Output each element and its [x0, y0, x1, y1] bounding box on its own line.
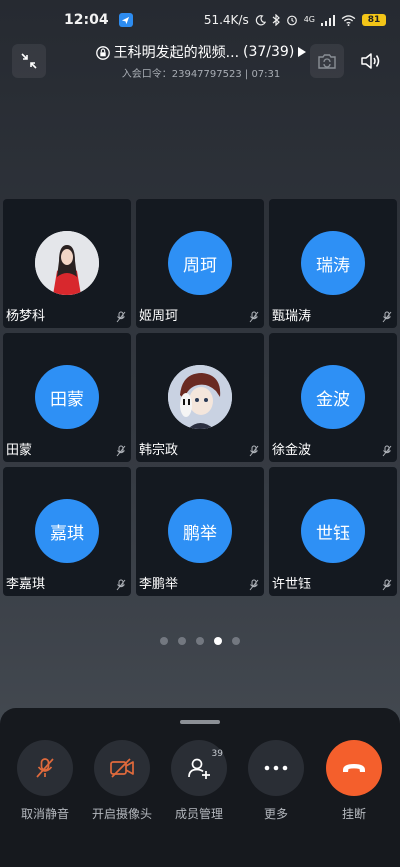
meeting-header: 王科明发起的视频... (37/39) 入会口令：23947797523 | 0…	[0, 42, 400, 82]
participant-tile[interactable]: 杨梦科	[3, 199, 131, 328]
control-panel: 取消静音 开启摄像头 39 成员管理 更多 挂断	[0, 708, 400, 867]
participant-name: 许世钰	[272, 577, 312, 592]
status-right: 51.4K/s 4G 81	[204, 13, 386, 27]
members-count-badge: 39	[211, 749, 223, 759]
more-button[interactable]: 更多	[238, 740, 314, 822]
page-dot[interactable]	[196, 637, 204, 645]
hangup-button[interactable]: 挂断	[316, 740, 392, 822]
signal-icon	[321, 14, 335, 26]
members-button-circle[interactable]: 39	[171, 740, 227, 796]
participant-name: 李嘉琪	[6, 577, 46, 592]
bluetooth-icon	[272, 14, 280, 26]
participant-name: 韩宗政	[139, 443, 179, 458]
participant-tile[interactable]: 田蒙 田蒙	[3, 333, 131, 462]
avatar: 鹏举	[168, 499, 232, 563]
hangup-button-circle[interactable]	[326, 740, 382, 796]
participant-name: 徐金波	[272, 443, 312, 458]
meeting-title: 王科明发起的视频...	[113, 45, 240, 61]
wifi-icon	[341, 14, 356, 26]
members-button[interactable]: 39 成员管理	[161, 740, 237, 822]
avatar: 世钰	[301, 499, 365, 563]
alarm-icon	[286, 15, 297, 26]
hangup-phone-icon	[343, 764, 365, 772]
unmute-label: 取消静音	[20, 807, 69, 821]
lock-icon	[95, 45, 110, 60]
avatar	[168, 365, 232, 429]
mic-muted-icon	[36, 758, 54, 778]
avatar-photo	[168, 365, 232, 429]
network-type: 4G	[303, 15, 315, 24]
mic-muted-icon	[249, 311, 259, 323]
avatar: 瑞涛	[301, 231, 365, 295]
avatar	[35, 231, 99, 295]
mic-muted-icon	[116, 311, 126, 323]
more-dots-icon	[264, 765, 288, 771]
status-left: 12:04	[64, 12, 133, 28]
status-time: 12:04	[64, 12, 109, 28]
speaker-button[interactable]	[354, 44, 388, 78]
mic-muted-icon	[382, 311, 392, 323]
participant-count: (37/39)	[243, 44, 295, 60]
meeting-subtitle: 入会口令：23947797523 | 07:31	[121, 69, 281, 80]
avatar-photo	[35, 231, 99, 295]
add-member-icon	[188, 758, 210, 779]
status-bar: 12:04 51.4K/s 4G 81	[0, 0, 400, 40]
participant-name: 甄瑞涛	[272, 309, 312, 324]
battery-indicator: 81	[362, 14, 386, 26]
mic-muted-icon	[116, 579, 126, 591]
participant-name: 田蒙	[6, 443, 33, 458]
avatar: 金波	[301, 365, 365, 429]
participant-tile[interactable]: 世钰 许世钰	[269, 467, 397, 596]
participant-name: 杨梦科	[6, 309, 46, 324]
page-dot[interactable]	[178, 637, 186, 645]
mic-muted-icon	[382, 445, 392, 457]
moon-icon	[255, 14, 266, 25]
mic-muted-icon	[382, 579, 392, 591]
avatar: 嘉琪	[35, 499, 99, 563]
participant-name: 李鹏举	[139, 577, 179, 592]
page-dot[interactable]	[160, 637, 168, 645]
shrink-icon	[21, 53, 37, 69]
page-indicator[interactable]	[0, 637, 400, 645]
participant-tile[interactable]: 嘉琪 李嘉琪	[3, 467, 131, 596]
switch-camera-button[interactable]	[310, 44, 344, 78]
participant-tile[interactable]: 鹏举 李鹏举	[136, 467, 264, 596]
camera-button-circle[interactable]	[94, 740, 150, 796]
participant-tile[interactable]: 金波 徐金波	[269, 333, 397, 462]
camera-switch-icon	[318, 54, 336, 69]
minimize-button[interactable]	[12, 44, 46, 78]
avatar: 田蒙	[35, 365, 99, 429]
play-triangle-icon	[298, 47, 307, 57]
avatar: 周珂	[168, 231, 232, 295]
unmute-button[interactable]: 取消静音	[7, 740, 83, 822]
participant-grid: 杨梦科 周珂 姬周珂 瑞涛 甄瑞涛 田蒙 田蒙 韩宗政 金波 徐金波 嘉琪 李嘉…	[3, 199, 399, 596]
members-label: 成员管理	[174, 807, 223, 821]
network-speed: 51.4K/s	[203, 13, 249, 27]
more-button-circle[interactable]	[248, 740, 304, 796]
page-dot[interactable]	[232, 637, 240, 645]
mic-muted-icon	[249, 579, 259, 591]
camera-off-icon	[110, 758, 134, 778]
unmute-button-circle[interactable]	[17, 740, 73, 796]
camera-label: 开启摄像头	[91, 807, 152, 821]
mic-muted-icon	[116, 445, 126, 457]
app-notification-icon	[118, 13, 133, 27]
mic-muted-icon	[249, 445, 259, 457]
speaker-icon	[361, 53, 380, 69]
participant-name: 姬周珂	[139, 309, 179, 324]
camera-button[interactable]: 开启摄像头	[84, 740, 160, 822]
page-dot-active[interactable]	[214, 637, 222, 645]
participant-tile[interactable]: 韩宗政	[136, 333, 264, 462]
participant-tile[interactable]: 瑞涛 甄瑞涛	[269, 199, 397, 328]
panel-drag-handle[interactable]	[180, 720, 220, 724]
meeting-title-row: 王科明发起的视频... (37/39)	[90, 42, 312, 62]
meeting-title-area[interactable]: 王科明发起的视频... (37/39) 入会口令：23947797523 | 0…	[90, 42, 312, 80]
participant-tile[interactable]: 周珂 姬周珂	[136, 199, 264, 328]
hangup-label: 挂断	[341, 807, 366, 821]
more-label: 更多	[263, 807, 288, 821]
